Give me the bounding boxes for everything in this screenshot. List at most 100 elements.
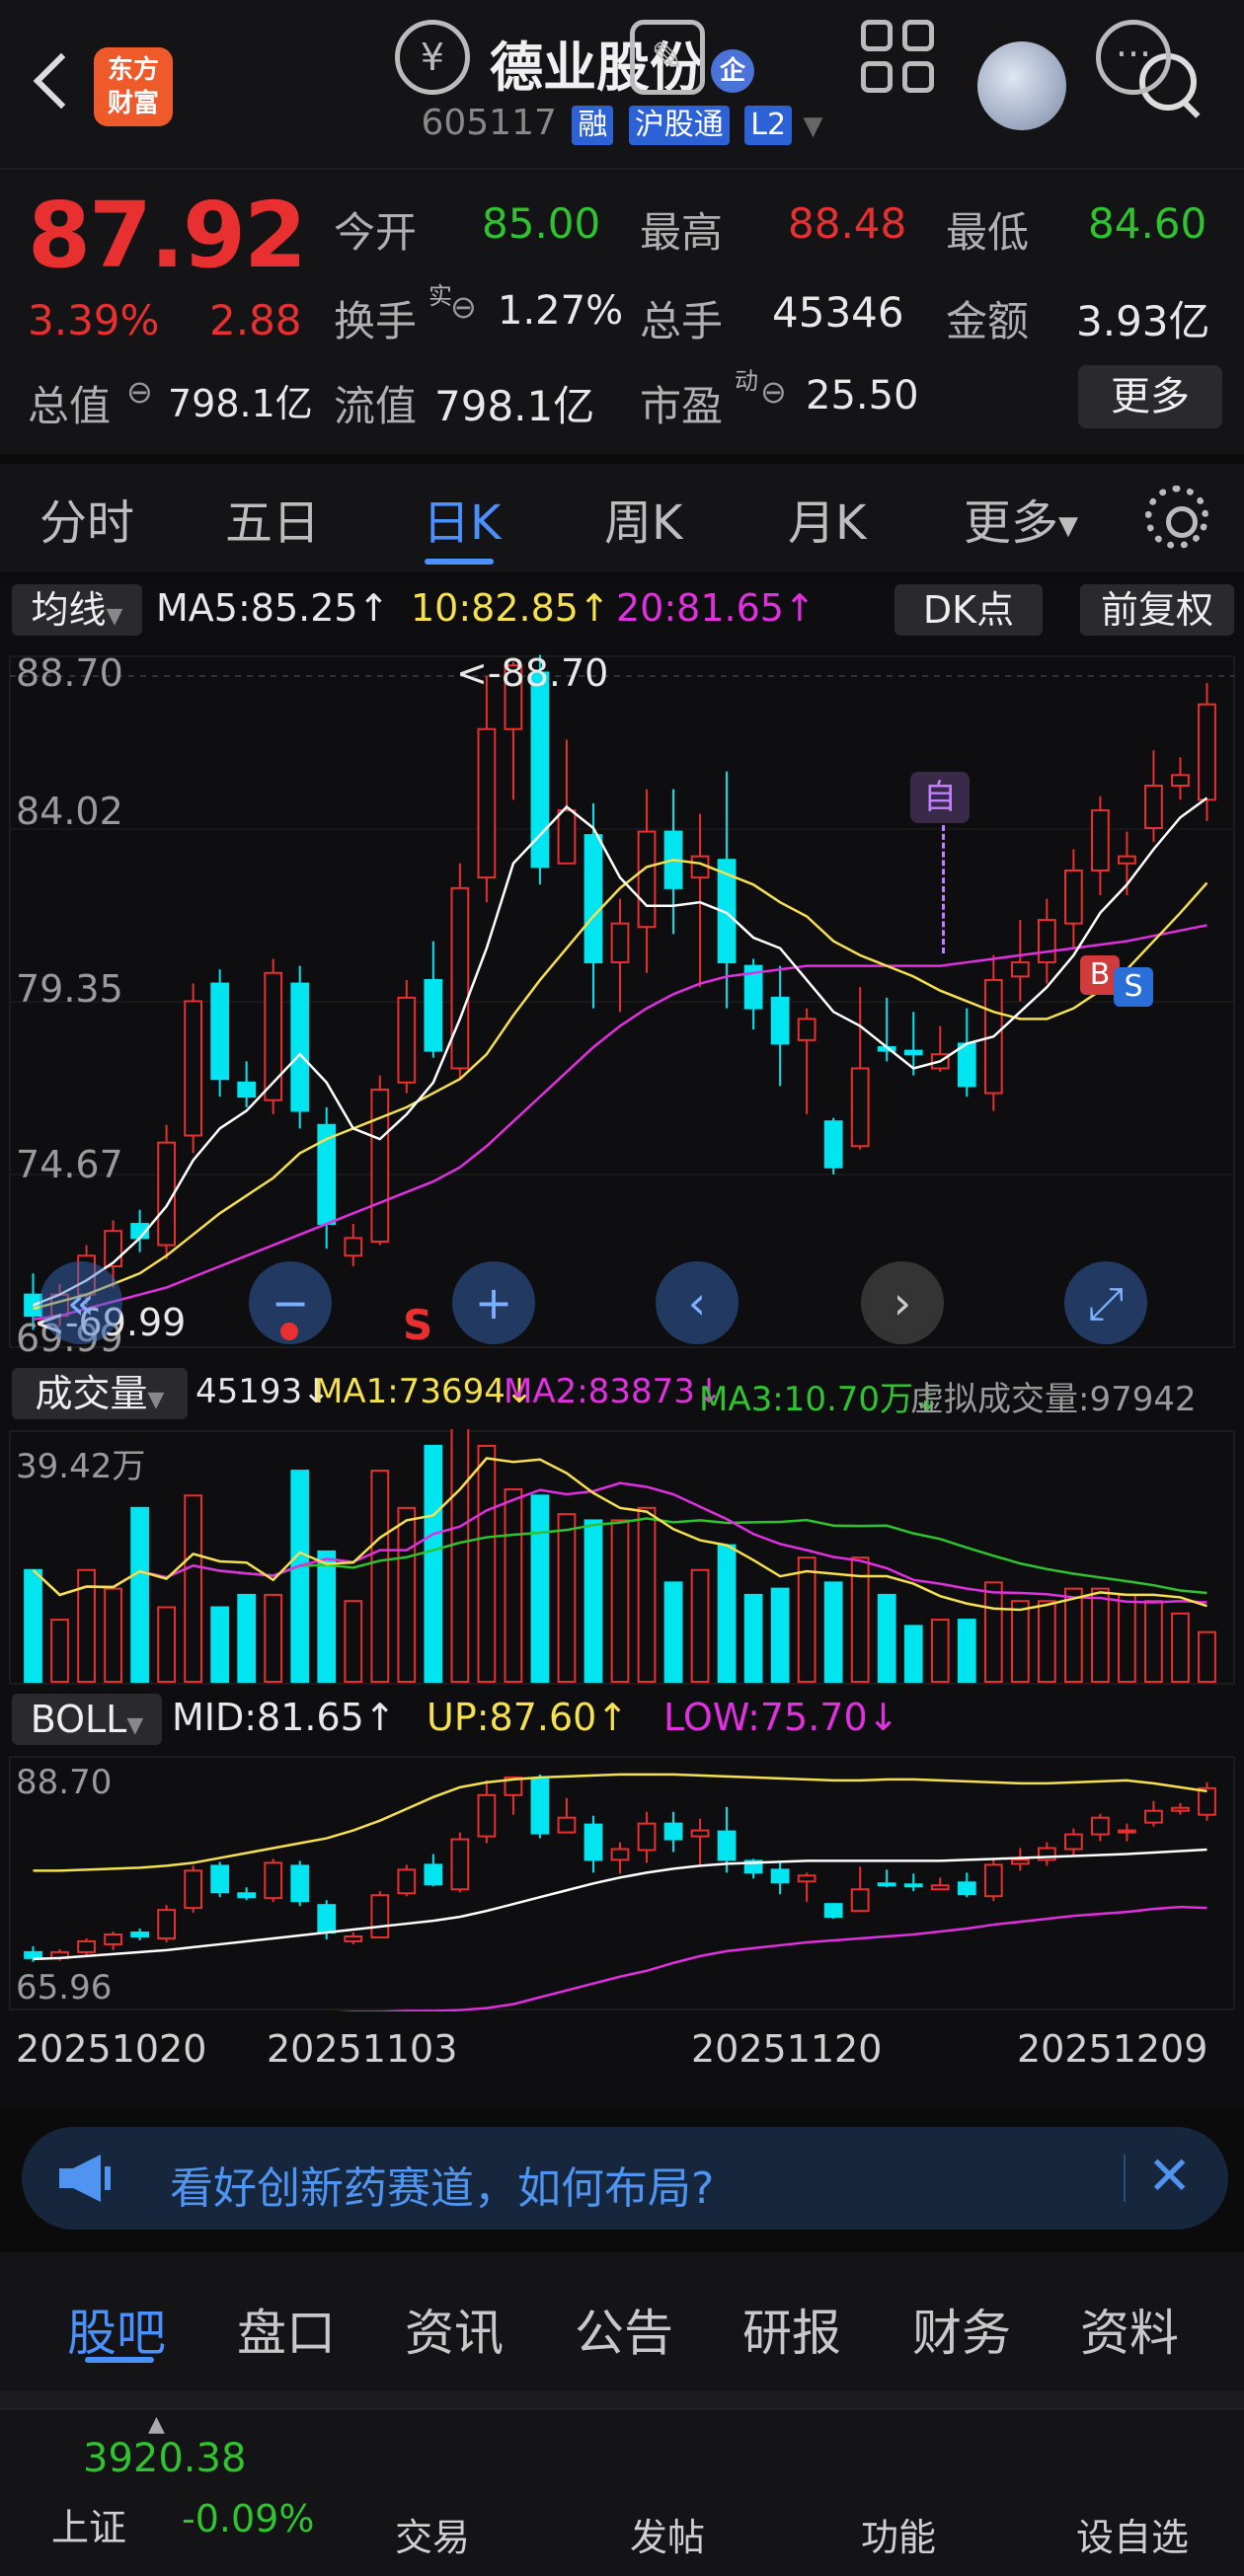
candle-body (1118, 855, 1136, 865)
top-bar: 东方财富 德业股份企 605117 融 沪股通 L2 ▼ (0, 0, 1244, 168)
volume-bar (530, 1494, 550, 1683)
grid-cell (902, 20, 934, 51)
kline-chart[interactable] (0, 646, 1244, 1357)
volume-bar (1171, 1612, 1190, 1684)
tab-orderbook[interactable]: 盘口 (237, 2294, 336, 2365)
tab-announcements[interactable]: 公告 (575, 2294, 673, 2365)
volume-bar (290, 1470, 310, 1683)
info-circle-icon[interactable]: ⊖ (760, 373, 787, 411)
volume-bar (450, 1429, 470, 1683)
float-cap-label: 流值 (334, 382, 418, 430)
volume-bar (610, 1519, 630, 1683)
scroll-left-double-icon[interactable]: « (39, 1261, 122, 1344)
grid-cell (861, 61, 893, 93)
robot-assistant-icon[interactable] (977, 41, 1066, 130)
boll-candle-body (770, 1868, 790, 1884)
banner-divider (1124, 2155, 1126, 2202)
boll-candle-body (877, 1882, 896, 1887)
boll-candle-body (930, 1884, 950, 1891)
low-label: 最低 (946, 208, 1030, 257)
post-edit-icon[interactable]: ✎ (630, 20, 705, 95)
candle-body (823, 1120, 843, 1169)
boll-up: UP:87.60↑ (427, 1696, 629, 1739)
nav-function[interactable]: 功能 (861, 2507, 936, 2561)
candle-body (1010, 961, 1030, 978)
grid-cell (902, 61, 934, 93)
move-right-icon[interactable]: › (861, 1261, 944, 1344)
settings-gear-icon[interactable] (1145, 486, 1208, 549)
turnover-sup: 实 (428, 282, 452, 310)
boll-candle-body (583, 1823, 603, 1861)
dk-point-button[interactable]: DK点 (894, 584, 1043, 636)
volume-bar (583, 1519, 603, 1683)
candle-body (903, 1049, 923, 1056)
ma-selector[interactable]: 均线▼ (12, 584, 142, 636)
volume-chart[interactable] (0, 1429, 1244, 1686)
amount-value: 3.93亿 (1076, 297, 1210, 345)
tab-research[interactable]: 研报 (742, 2294, 841, 2365)
volume-bar (557, 1513, 577, 1683)
ma-selector-label: 均线 (31, 588, 107, 632)
tab-news[interactable]: 资讯 (405, 2294, 504, 2365)
tab-more[interactable]: 更多▼ (964, 484, 1078, 553)
tab-weekly-k[interactable]: 周K (604, 484, 682, 553)
volume-selector[interactable]: 成交量▼ (12, 1368, 188, 1419)
more-quote-button[interactable]: 更多 (1078, 365, 1222, 428)
market-cap-label: 总值 (28, 382, 112, 430)
volume-bar (637, 1506, 657, 1683)
volume-bar (823, 1581, 843, 1683)
tab-profile[interactable]: 资料 (1080, 2294, 1179, 2365)
volume-bar (1118, 1593, 1136, 1683)
boll-mid: MID:81.65↑ (172, 1696, 396, 1739)
volume-bar (504, 1487, 523, 1684)
volume-bar (663, 1581, 683, 1683)
index-change: -0.09% (182, 2497, 315, 2540)
index-value[interactable]: 3920.38 (83, 2436, 246, 2481)
move-left-icon[interactable]: ‹ (656, 1261, 739, 1344)
tab-more-label: 更多 (964, 495, 1059, 551)
close-icon[interactable]: ✕ (1147, 2145, 1192, 2207)
tab-intraday[interactable]: 分时 (39, 484, 134, 553)
info-circle-icon[interactable]: ⊖ (450, 288, 477, 326)
nav-add-watchlist[interactable]: 设自选 (1076, 2507, 1189, 2561)
promo-banner[interactable]: 看好创新药赛道，如何布局? ✕ (22, 2127, 1228, 2230)
dropdown-triangle-icon: ▼ (147, 1388, 165, 1412)
candle-body (237, 1081, 257, 1099)
open-value: 85.00 (482, 199, 601, 248)
nav-trade[interactable]: 交易 (395, 2507, 470, 2561)
self-select-marker[interactable]: 自 (910, 772, 970, 823)
active-content-tab-indicator (85, 2357, 154, 2363)
fullscreen-icon[interactable]: ⤢ (1064, 1261, 1147, 1344)
boll-selector[interactable]: BOLL▼ (12, 1694, 162, 1745)
tab-monthly-k[interactable]: 月K (788, 484, 866, 553)
index-name: 上证 (51, 2506, 127, 2549)
red-s-marker: S (403, 1301, 433, 1349)
volume-y-top: 39.42万 (16, 1447, 146, 1486)
function-grid-icon[interactable] (861, 20, 936, 95)
candle-body (1144, 785, 1163, 829)
adjust-button[interactable]: 前复权 (1080, 584, 1234, 636)
self-marker-line (942, 825, 945, 953)
info-circle-icon[interactable]: ⊖ (126, 373, 153, 411)
tab-daily-k[interactable]: 日K (423, 484, 501, 553)
tab-five-day[interactable]: 五日 (225, 484, 320, 553)
tab-forum[interactable]: 股吧 (67, 2294, 166, 2365)
boll-candle-body (717, 1830, 737, 1861)
volume-bar (690, 1568, 710, 1684)
tab-finance[interactable]: 财务 (912, 2294, 1011, 2365)
boll-y-top: 88.70 (16, 1763, 113, 1802)
yen-glyph: ¥ (420, 36, 445, 79)
zoom-in-icon[interactable]: + (452, 1261, 535, 1344)
trade-yen-icon[interactable]: ¥ (395, 20, 470, 95)
boll-candle-body (637, 1822, 657, 1852)
volume-bar (903, 1625, 923, 1684)
watchlist-dots-icon[interactable]: ··· (1096, 20, 1171, 95)
boll-candle-body (797, 1874, 816, 1883)
open-label: 今开 (334, 208, 418, 257)
y-label-2: 84.02 (16, 790, 123, 833)
turnover-value: 1.27% (498, 288, 624, 334)
sell-signal-s[interactable]: S (1114, 967, 1153, 1007)
boll-chart[interactable] (0, 1755, 1244, 2011)
content-tabs: 股吧 盘口 资讯 公告 研报 财务 资料 (0, 2252, 1244, 2390)
nav-post[interactable]: 发帖 (630, 2507, 705, 2561)
